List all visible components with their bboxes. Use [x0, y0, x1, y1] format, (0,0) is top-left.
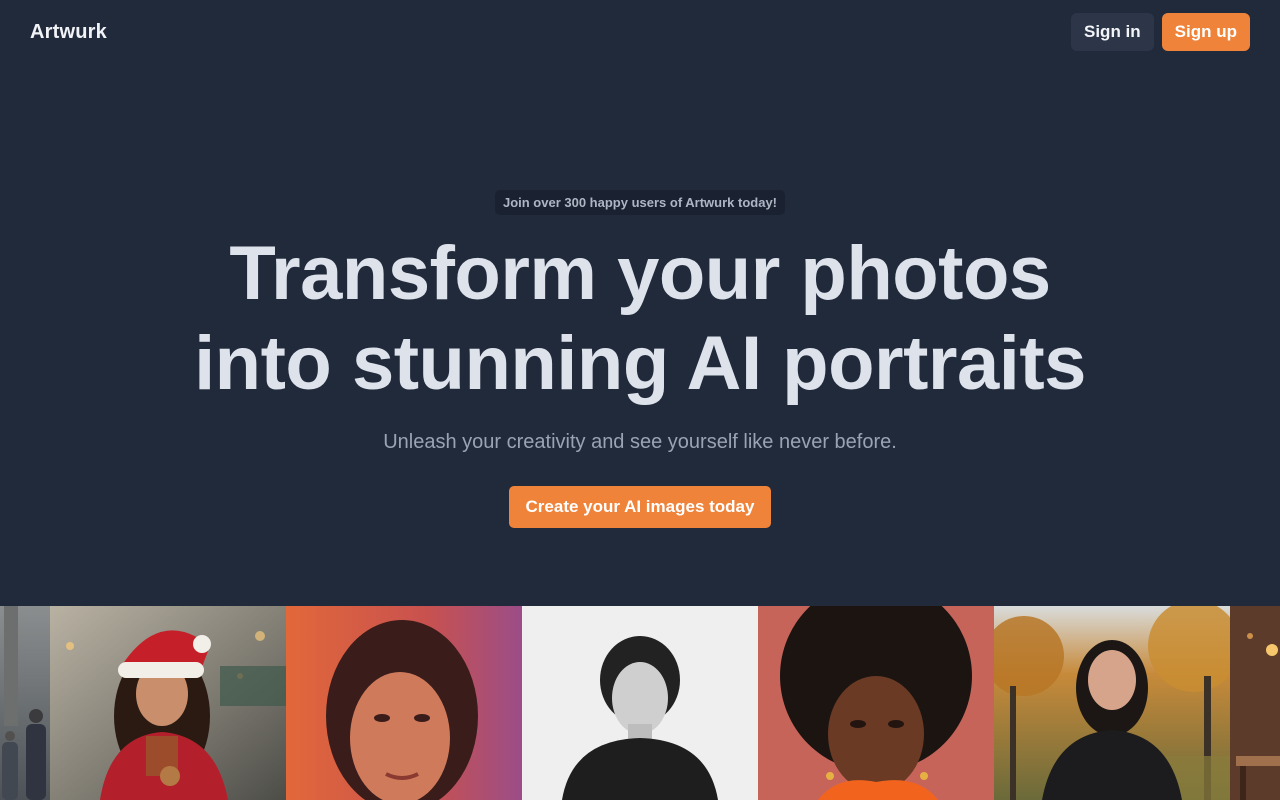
gallery-image-cafe: [1230, 606, 1280, 800]
gallery-image-autumn: [994, 606, 1230, 800]
sign-in-button[interactable]: Sign in: [1071, 13, 1154, 51]
hero-section: Join over 300 happy users of Artwurk tod…: [0, 190, 1280, 528]
logo[interactable]: Artwurk: [30, 21, 107, 44]
gallery-image-city-street: [0, 606, 50, 800]
headline-line-2: into stunning AI portraits: [194, 321, 1086, 406]
site-header: Artwurk Sign in Sign up: [0, 0, 1280, 64]
landing-page: Artwurk Sign in Sign up Join over 300 ha…: [0, 0, 1280, 800]
gallery-image-black-white: [522, 606, 758, 800]
gallery-image-afro: [758, 606, 994, 800]
portrait-gallery: [0, 606, 1280, 800]
hero-subheading: Unleash your creativity and see yourself…: [383, 431, 897, 453]
gallery-image-warm-light: [286, 606, 522, 800]
users-badge: Join over 300 happy users of Artwurk tod…: [494, 190, 786, 215]
gallery-image-santa-hat: [50, 606, 286, 800]
auth-buttons: Sign in Sign up: [1071, 13, 1250, 51]
sign-up-button[interactable]: Sign up: [1161, 13, 1250, 51]
headline-line-1: Transform your photos: [229, 231, 1051, 316]
create-images-button[interactable]: Create your AI images today: [508, 486, 772, 528]
hero-headline: Transform your photos into stunning AI p…: [90, 229, 1190, 409]
